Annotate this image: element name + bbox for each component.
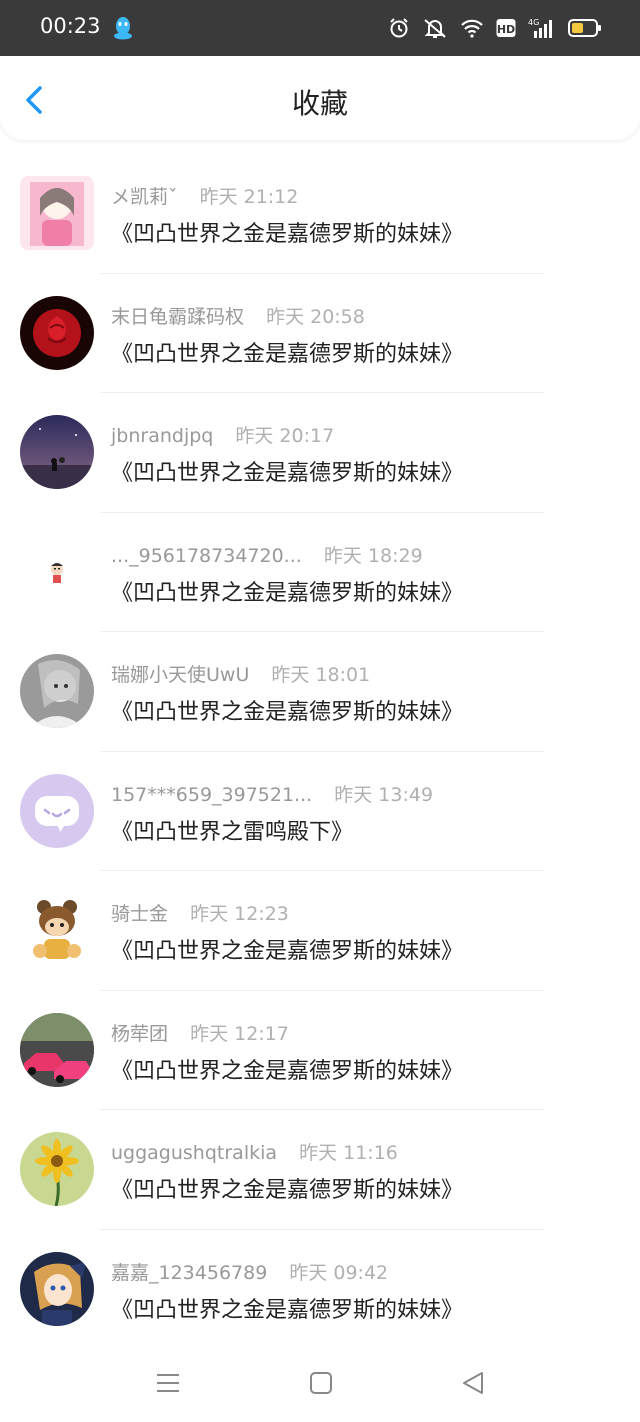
item-author: 骑士金 [111,903,169,925]
item-author: jbnrandjpq [111,425,214,447]
menu-icon [155,1374,181,1400]
back-triangle-icon [460,1372,486,1400]
status-time: 00:23 [40,14,101,38]
item-title: 《凹凸世界之金是嘉德罗斯的妹妹》 [111,222,464,247]
signal-4g-icon: 4G [528,17,556,39]
svg-text:HD: HD [497,23,515,36]
item-time: 昨天 11:16 [299,1142,398,1164]
list-item[interactable]: uggagushqtralkia 昨天 11:16 《凹凸世界之金是嘉德罗斯的妹… [0,1110,640,1230]
item-title: 《凹凸世界之金是嘉德罗斯的妹妹》 [111,341,464,367]
item-author: ..._956178734720... [111,544,302,567]
item-title: 《凹凸世界之金是嘉德罗斯的妹妹》 [111,580,464,606]
avatar [20,893,94,967]
avatar [20,654,94,728]
avatar [20,1012,94,1087]
item-author: uggagushqtralkia [111,1142,278,1164]
item-title: 《凹凸世界之金是嘉德罗斯的妹妹》 [111,1178,464,1203]
favorites-list: メ凯莉ˇ 昨天 21:12 《凹凸世界之金是嘉德罗斯的妹妹》 末日龟霸蹂码权 昨… [0,154,640,1349]
item-time: 昨天 21:12 [199,186,299,208]
list-item[interactable]: メ凯莉ˇ 昨天 21:12 《凹凸世界之金是嘉德罗斯的妹妹》 [0,154,640,274]
home-button[interactable] [308,1370,334,1400]
avatar [20,295,94,370]
item-author: 杨荦团 [111,1022,169,1045]
item-time: 昨天 18:01 [271,664,371,686]
avatar [20,415,94,489]
home-square-icon [308,1372,334,1400]
list-item[interactable]: 瑞娜小天使UwU 昨天 18:01 《凹凸世界之金是嘉德罗斯的妹妹》 [0,632,640,752]
menu-button[interactable] [155,1370,181,1400]
item-author: 瑞娜小天使UwU [111,664,250,686]
mute-icon [422,17,448,39]
item-time: 昨天 09:42 [289,1261,389,1284]
item-time: 昨天 12:17 [190,1022,289,1045]
item-author: 嘉嘉_123456789 [111,1261,268,1284]
avatar [20,773,94,848]
status-bar: 00:23 HD 4G [0,0,640,56]
item-title: 《凹凸世界之金是嘉德罗斯的妹妹》 [111,461,464,486]
list-item[interactable]: 末日龟霸蹂码权 昨天 20:58 《凹凸世界之金是嘉德罗斯的妹妹》 [0,274,640,393]
avatar [20,1132,94,1206]
wifi-icon [460,18,484,38]
item-time: 昨天 13:49 [334,783,434,806]
item-title: 《凹凸世界之金是嘉德罗斯的妹妹》 [111,939,464,964]
item-time: 昨天 20:17 [235,425,335,447]
item-time: 昨天 12:23 [190,903,289,925]
avatar [20,1251,94,1326]
avatar [20,534,94,609]
item-title: 《凹凸世界之金是嘉德罗斯的妹妹》 [111,1297,464,1323]
list-item[interactable]: 骑士金 昨天 12:23 《凹凸世界之金是嘉德罗斯的妹妹》 [0,871,640,991]
list-item[interactable]: jbnrandjpq 昨天 20:17 《凹凸世界之金是嘉德罗斯的妹妹》 [0,393,640,513]
list-item[interactable]: ..._956178734720... 昨天 18:29 《凹凸世界之金是嘉德罗… [0,513,640,632]
item-title: 《凹凸世界之金是嘉德罗斯的妹妹》 [111,700,464,725]
back-nav-button[interactable] [460,1370,486,1400]
item-time: 昨天 18:29 [323,544,423,567]
status-icons: HD 4G [388,14,602,42]
item-title: 《凹凸世界之金是嘉德罗斯的妹妹》 [111,1058,464,1084]
battery-icon [568,18,602,38]
app-header: 收藏 [0,56,640,140]
hd-icon: HD [496,18,516,38]
item-title: 《凹凸世界之雷鸣殿下》 [111,819,354,845]
list-item[interactable]: 嘉嘉_123456789 昨天 09:42 《凹凸世界之金是嘉德罗斯的妹妹》 [0,1230,640,1350]
item-author: 157***659_397521... [111,783,313,806]
system-nav-bar [0,1352,640,1422]
qq-icon [112,16,134,40]
svg-text:4G: 4G [528,18,539,27]
item-author: メ凯莉ˇ [111,186,178,208]
avatar [20,176,94,250]
page-title: 收藏 [291,87,348,120]
item-author: 末日龟霸蹂码权 [111,305,245,328]
alarm-icon [388,17,410,39]
item-time: 昨天 20:58 [266,305,365,328]
list-item[interactable]: 杨荦团 昨天 12:17 《凹凸世界之金是嘉德罗斯的妹妹》 [0,991,640,1110]
list-item[interactable]: 157***659_397521... 昨天 13:49 《凹凸世界之雷鸣殿下》 [0,752,640,871]
